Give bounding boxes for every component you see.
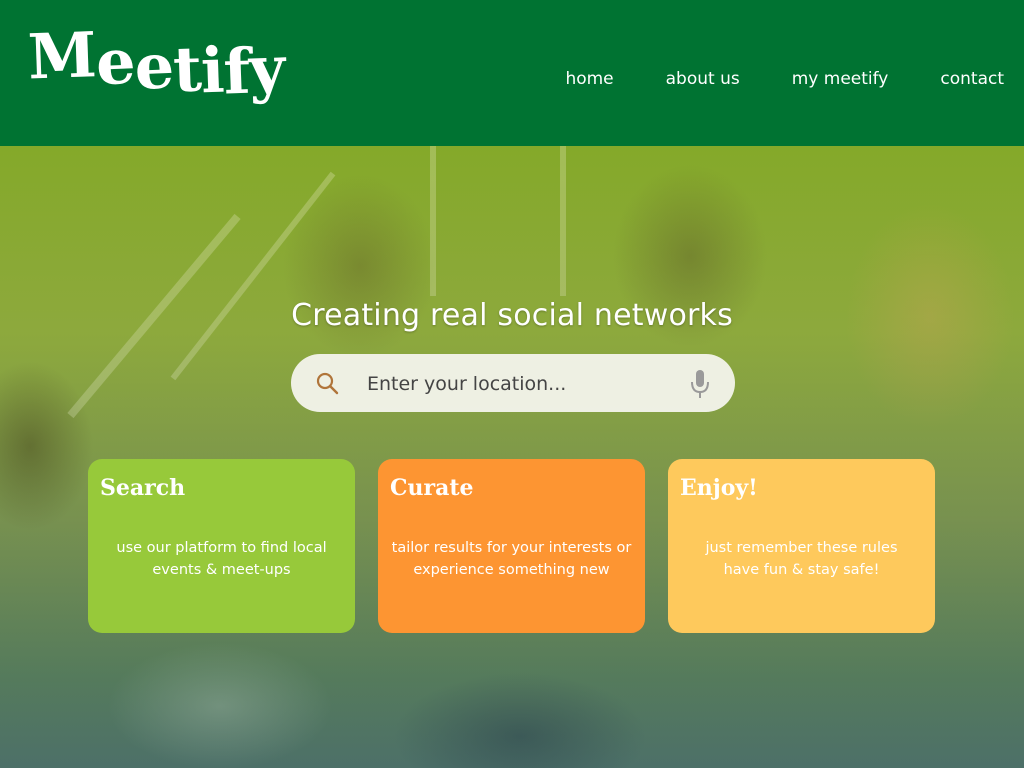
microphone-icon[interactable]	[689, 368, 711, 400]
site-header: Meetify home about us my meetify contact	[0, 0, 1024, 146]
hero-background-photo	[0, 146, 1024, 768]
stair-railing	[170, 171, 336, 381]
meetify-logo[interactable]: Meetify	[27, 18, 286, 109]
location-search-bar[interactable]	[291, 354, 735, 412]
card-title: Search	[100, 475, 186, 501]
location-input[interactable]	[365, 368, 669, 400]
nav-link-my-meetify[interactable]: my meetify	[792, 69, 889, 89]
card-description: use our platform to find local events & m…	[116, 540, 327, 578]
card-description: tailor results for your interests or expe…	[391, 540, 632, 578]
stair-railing	[430, 146, 436, 296]
card-title: Curate	[390, 475, 474, 501]
feature-card-enjoy[interactable]: Enjoy! just remember these rules have fun…	[668, 459, 935, 633]
search-icon[interactable]	[315, 371, 339, 395]
nav-link-home[interactable]: home	[565, 69, 613, 89]
feature-card-curate[interactable]: Curate tailor results for your interests…	[378, 459, 645, 633]
nav-link-contact[interactable]: contact	[940, 69, 1004, 89]
stair-railing	[560, 146, 566, 296]
main-nav: home about us my meetify contact	[565, 69, 1004, 89]
hero-headline: Creating real social networks	[291, 298, 733, 333]
card-title: Enjoy!	[680, 475, 758, 501]
card-description: just remember these rules have fun & stay…	[705, 540, 898, 578]
nav-link-about-us[interactable]: about us	[666, 69, 740, 89]
feature-card-search[interactable]: Search use our platform to find local eve…	[88, 459, 355, 633]
